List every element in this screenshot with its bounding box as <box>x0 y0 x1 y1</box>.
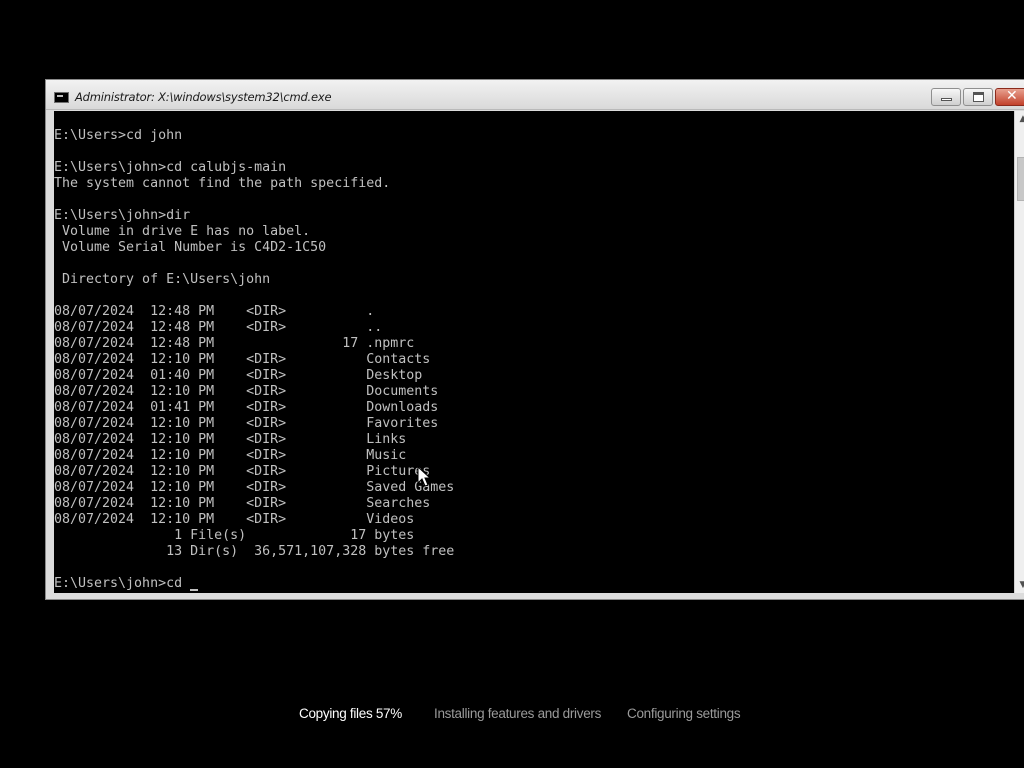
console-line: 08/07/2024 12:10 PM <DIR> Contacts <box>54 352 431 367</box>
console-line: 1 File(s) 17 bytes <box>54 528 415 543</box>
console-line: 08/07/2024 12:10 PM <DIR> Searches <box>54 496 431 511</box>
console-line: Volume in drive E has no label. <box>54 224 311 239</box>
console-line: 08/07/2024 01:41 PM <DIR> Downloads <box>54 400 439 415</box>
console-output[interactable]: E:\Users>cd john E:\Users\john>cd calubjs… <box>54 111 1014 593</box>
title-bar[interactable]: Administrator: X:\windows\system32\cmd.e… <box>46 80 1024 110</box>
console-line: 08/07/2024 12:10 PM <DIR> Pictures <box>54 464 431 479</box>
cmd-icon <box>54 92 69 103</box>
command-prompt-window[interactable]: Administrator: X:\windows\system32\cmd.e… <box>45 79 1024 600</box>
console-line: 08/07/2024 12:48 PM 17 .npmrc <box>54 336 415 351</box>
scroll-down-icon[interactable]: ▼ <box>1015 577 1024 593</box>
console-line: The system cannot find the path specifie… <box>54 176 391 191</box>
console-line: Volume Serial Number is C4D2-1C50 <box>54 240 327 255</box>
close-icon: ✕ <box>1006 88 1018 104</box>
setup-step-installing-features: Installing features and drivers <box>434 706 602 721</box>
console-line: E:\Users\john>cd <box>54 576 191 591</box>
console-line: 13 Dir(s) 36,571,107,328 bytes free <box>54 544 455 559</box>
console-line: 08/07/2024 12:10 PM <DIR> Documents <box>54 384 439 399</box>
window-title: Administrator: X:\windows\system32\cmd.e… <box>75 90 332 104</box>
console-line: 08/07/2024 01:40 PM <DIR> Desktop <box>54 368 423 383</box>
console-line: 08/07/2024 12:10 PM <DIR> Saved Games <box>54 480 455 495</box>
console-line: 08/07/2024 12:10 PM <DIR> Videos <box>54 512 415 527</box>
console-line: 08/07/2024 12:10 PM <DIR> Favorites <box>54 416 439 431</box>
console-line: E:\Users\john>cd calubjs-main <box>54 160 287 175</box>
maximize-icon <box>973 92 984 102</box>
console-line: 08/07/2024 12:48 PM <DIR> .. <box>54 320 383 335</box>
console-line: E:\Users\john>dir <box>54 208 191 223</box>
windows-setup-screen: Administrator: X:\windows\system32\cmd.e… <box>0 0 1024 768</box>
close-button[interactable]: ✕ <box>995 88 1024 106</box>
minimize-button[interactable] <box>931 88 961 106</box>
maximize-button[interactable] <box>963 88 993 106</box>
console-line: Directory of E:\Users\john <box>54 272 271 287</box>
scroll-up-icon[interactable]: ▲ <box>1015 111 1024 127</box>
setup-step-configuring-settings: Configuring settings <box>627 706 741 721</box>
mouse-pointer-icon <box>417 466 431 487</box>
console-line: E:\Users>cd john <box>54 128 183 143</box>
text-cursor <box>190 589 198 591</box>
console-line: 08/07/2024 12:48 PM <DIR> . <box>54 304 375 319</box>
console-line: 08/07/2024 12:10 PM <DIR> Links <box>54 432 407 447</box>
scroll-thumb[interactable] <box>1017 157 1024 201</box>
setup-step-copying-files: Copying files 57% <box>299 706 402 721</box>
vertical-scrollbar[interactable]: ▲ ▼ <box>1014 111 1024 593</box>
console-line: 08/07/2024 12:10 PM <DIR> Music <box>54 448 407 463</box>
minimize-icon <box>941 98 952 101</box>
